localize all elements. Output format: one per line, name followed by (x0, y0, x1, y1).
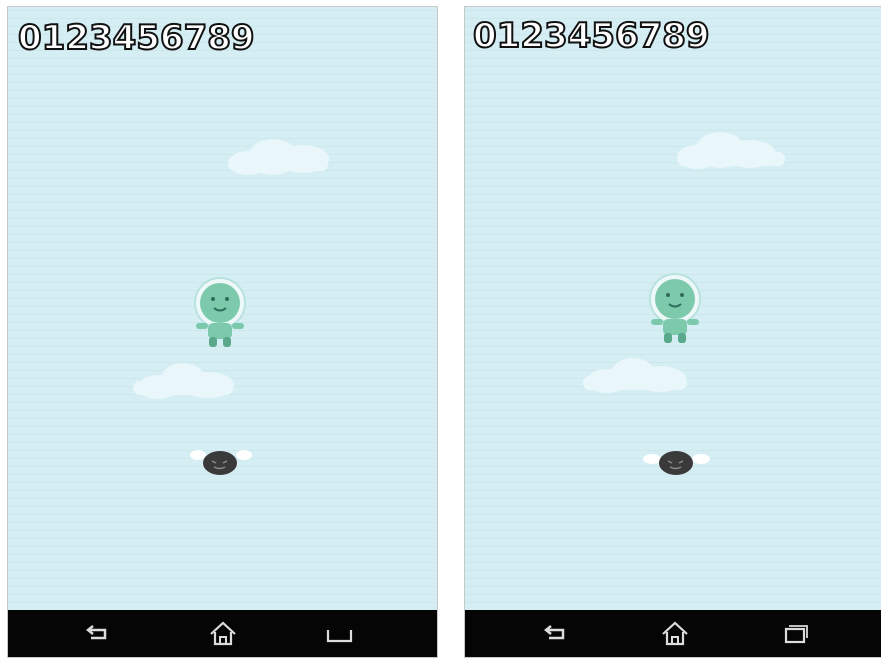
home-icon (662, 621, 688, 646)
home-button[interactable] (659, 620, 691, 648)
game-screen-left: 0123456789 (7, 6, 438, 658)
recent-apps-icon (784, 625, 808, 644)
flying-blob-enemy (190, 447, 254, 477)
back-button[interactable] (541, 620, 573, 648)
score-display: 0123456789 (17, 18, 256, 58)
navigation-bar (8, 610, 437, 657)
back-icon (85, 625, 107, 640)
comparison-figure: 0123456789 0123456789 (0, 0, 881, 660)
home-button[interactable] (207, 620, 239, 648)
recent-apps-button[interactable] (779, 620, 811, 648)
recent-apps-button[interactable] (324, 620, 356, 648)
home-icon (210, 621, 236, 646)
back-button[interactable] (83, 620, 115, 648)
game-screen-right: 0123456789 (464, 6, 881, 658)
score-display: 0123456789 (472, 16, 711, 56)
flying-blob-enemy (643, 447, 711, 477)
recent-apps-icon (326, 630, 353, 643)
alien-player (643, 273, 707, 345)
navigation-bar (465, 610, 881, 657)
back-icon (543, 625, 565, 640)
alien-player (188, 277, 252, 349)
